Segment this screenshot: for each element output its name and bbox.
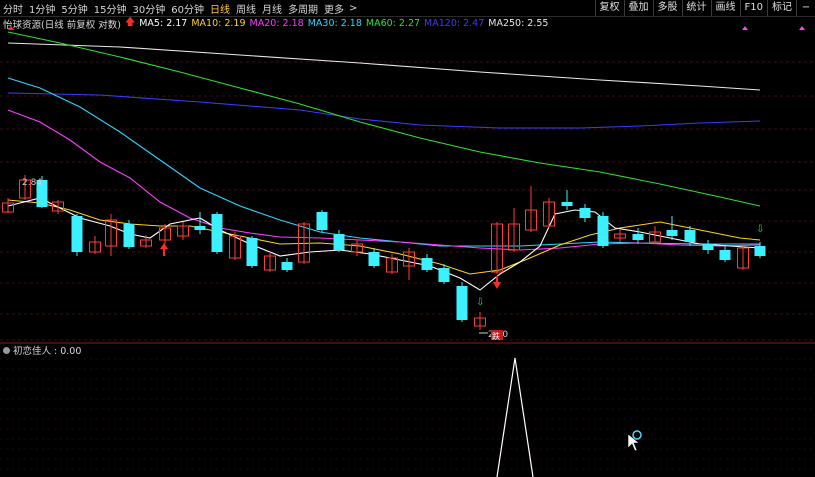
candle-body-down (579, 208, 591, 218)
ma-line (7, 92, 761, 129)
down-signal-icon: ⇩ (476, 297, 484, 308)
ma-line (7, 31, 761, 207)
top-marker-icon (8, 26, 14, 30)
busy-cursor-icon (632, 430, 642, 440)
kline-chart[interactable]: 2.842.20⇩⇩跌 (0, 0, 815, 477)
ma-line (7, 199, 761, 275)
ma-line (7, 109, 761, 251)
ma-line (7, 42, 761, 91)
sell-arrow-icon (493, 282, 501, 289)
candle-body-down (438, 268, 450, 282)
candle-body-down (281, 262, 293, 270)
candle-body-down (702, 244, 714, 250)
sell-arrow-shaft (496, 276, 498, 283)
candle-body-down (421, 258, 433, 270)
candle-body-down (246, 238, 258, 266)
candle-body-down (368, 252, 380, 266)
candle-body-down (211, 214, 223, 252)
ma-line (7, 197, 761, 291)
candle-body-down (754, 246, 766, 256)
indicator-line (496, 357, 534, 477)
down-signal-icon: ⇩ (756, 224, 764, 235)
candle-body-down (71, 216, 83, 252)
candle-body-down (666, 230, 678, 236)
top-marker-icon (742, 26, 748, 30)
indicator-toggle-icon[interactable] (3, 346, 10, 354)
candle-body-down (123, 224, 135, 247)
candle-body-down (684, 230, 696, 242)
candle-body-down (719, 250, 731, 260)
candle-body-down (597, 216, 609, 246)
candle-body-down (333, 234, 345, 250)
candle-body-down (456, 286, 468, 320)
candle-body-down (632, 234, 644, 240)
fall-glyph: 跌 (492, 331, 500, 341)
candle-body-down (194, 226, 206, 230)
indicator-header: 初恋佳人 : 0.00 (0, 344, 82, 357)
candle-body-down (561, 202, 573, 206)
indicator-label: 初恋佳人 : 0.00 (13, 346, 82, 357)
candle-body-down (316, 212, 328, 230)
high-price-label: 2.84 (22, 178, 42, 188)
top-marker-icon (799, 26, 805, 30)
buy-arrow-shaft (163, 248, 165, 256)
